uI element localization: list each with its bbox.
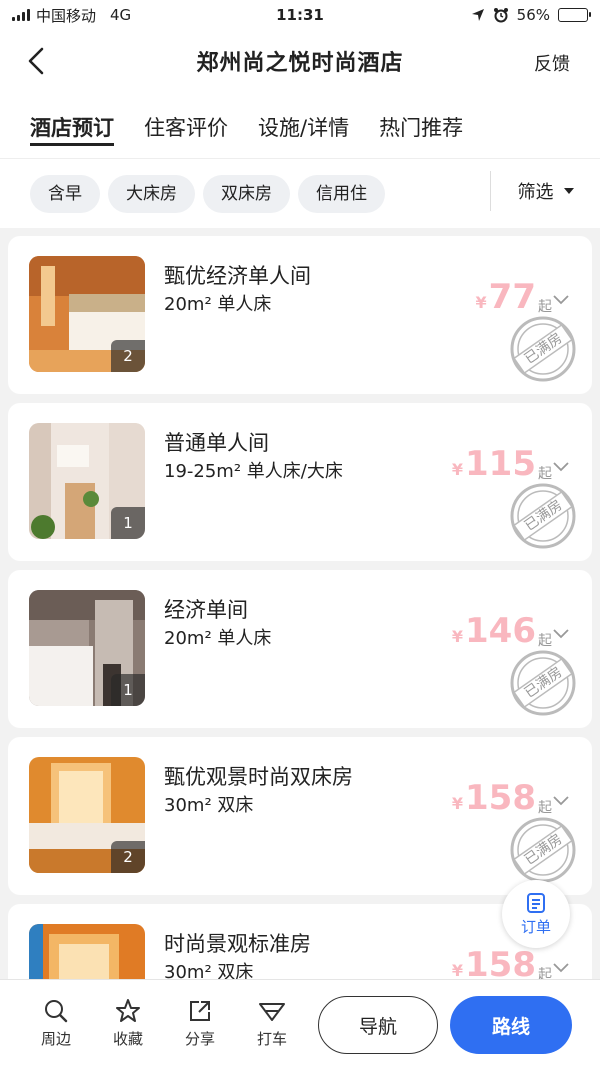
- chevron-down-icon[interactable]: [552, 962, 570, 974]
- currency-symbol: ¥: [451, 961, 464, 980]
- price-value: 115: [465, 444, 536, 484]
- room-name: 时尚景观标准房: [164, 932, 311, 956]
- room-spec: 20m² 单人床: [164, 628, 272, 649]
- filter-bar: 含早 大床房 双床房 信用住 筛选: [0, 158, 600, 228]
- sold-out-stamp: 已满房: [510, 650, 576, 716]
- bottom-bar: 周边 收藏 分享 打车 导航 路线: [0, 979, 600, 1067]
- filter-chip-twin-bed[interactable]: 双床房: [203, 174, 290, 213]
- price-value: 77: [488, 277, 536, 317]
- nearby-button[interactable]: 周边: [20, 998, 92, 1049]
- status-bar: 中国移动 4G 11:31 56%: [0, 0, 600, 30]
- chevron-down-icon[interactable]: [552, 461, 570, 473]
- sold-out-stamp: 已满房: [510, 817, 576, 883]
- tab-hotel-booking[interactable]: 酒店预订: [30, 92, 114, 154]
- filter-chip-breakfast[interactable]: 含早: [30, 174, 100, 213]
- photo-count: 2: [111, 340, 145, 372]
- carrier: 中国移动: [36, 6, 97, 25]
- tab-bar: 酒店预订 住客评价 设施/详情 热门推荐: [0, 92, 600, 158]
- room-card[interactable]: 1 经济单间 20m² 单人床 ¥146 起 已满房: [8, 570, 592, 728]
- room-price: ¥77: [476, 280, 536, 314]
- room-card[interactable]: 1 普通单人间 19-25m² 单人床/大床 ¥115 起 已满房: [8, 403, 592, 561]
- tab-facilities-details[interactable]: 设施/详情: [258, 92, 349, 154]
- navigate-button[interactable]: 导航: [318, 996, 438, 1054]
- room-name: 甄优经济单人间: [164, 264, 311, 288]
- filter-chip-king-bed[interactable]: 大床房: [108, 174, 195, 213]
- share-icon: [190, 1001, 210, 1021]
- room-spec: 20m² 单人床: [164, 294, 272, 315]
- photo-count: 1: [111, 674, 145, 706]
- car-icon: [259, 1003, 285, 1021]
- tab-guest-reviews[interactable]: 住客评价: [144, 92, 228, 154]
- sold-out-stamp: 已满房: [510, 483, 576, 549]
- room-card[interactable]: 2 甄优经济单人间 20m² 单人床 ¥77 起 已满房: [8, 236, 592, 394]
- room-card[interactable]: 2 甄优观景时尚双床房 30m² 双床 ¥158 起 已满房: [8, 737, 592, 895]
- favorite-button[interactable]: 收藏: [92, 998, 164, 1049]
- search-icon: [45, 1000, 68, 1023]
- room-name: 经济单间: [164, 598, 248, 622]
- feedback-button[interactable]: 反馈: [534, 50, 570, 76]
- chevron-down-icon[interactable]: [552, 628, 570, 640]
- order-list-icon: [527, 892, 545, 913]
- room-name: 普通单人间: [164, 431, 269, 455]
- share-button[interactable]: 分享: [164, 998, 236, 1049]
- signal-icon: [12, 9, 30, 21]
- price-from-label: 起: [538, 800, 552, 816]
- room-name: 甄优观景时尚双床房: [164, 765, 353, 789]
- orders-button[interactable]: 订单: [502, 880, 570, 948]
- tab-hot-recommendations[interactable]: 热门推荐: [379, 92, 463, 154]
- filter-chip-credit-stay[interactable]: 信用住: [298, 174, 385, 213]
- currency-symbol: ¥: [451, 627, 464, 646]
- caret-down-icon: [563, 188, 574, 194]
- battery-icon: [558, 8, 591, 22]
- taxi-label: 打车: [256, 1030, 287, 1048]
- room-spec: 30m² 双床: [164, 795, 254, 816]
- room-price: ¥158: [452, 948, 536, 982]
- chevron-down-icon[interactable]: [552, 294, 570, 306]
- filter-label: 筛选: [517, 182, 554, 203]
- battery-percent: 56%: [516, 6, 550, 24]
- orders-label: 订单: [520, 917, 551, 936]
- price-from-label: 起: [538, 633, 552, 649]
- favorite-label: 收藏: [112, 1030, 143, 1048]
- room-price: ¥115: [452, 447, 536, 481]
- chevron-down-icon[interactable]: [552, 795, 570, 807]
- room-photo[interactable]: 1: [29, 590, 145, 706]
- photo-count: 2: [111, 841, 145, 873]
- room-spec: 19-25m² 单人床/大床: [164, 461, 343, 482]
- taxi-button[interactable]: 打车: [236, 998, 308, 1049]
- share-label: 分享: [184, 1030, 215, 1048]
- back-arrow-icon[interactable]: [22, 46, 52, 76]
- currency-symbol: ¥: [475, 293, 487, 312]
- sold-out-stamp: 已满房: [510, 316, 576, 382]
- room-price: ¥158: [452, 781, 536, 815]
- route-button[interactable]: 路线: [450, 996, 572, 1054]
- photo-count: 1: [111, 507, 145, 539]
- room-photo[interactable]: 1: [29, 423, 145, 539]
- nearby-label: 周边: [40, 1030, 71, 1048]
- location-arrow-icon: [471, 9, 484, 21]
- price-value: 146: [465, 611, 536, 651]
- currency-symbol: ¥: [451, 460, 464, 479]
- room-photo[interactable]: 2: [29, 256, 145, 372]
- nav-bar: 郑州尚之悦时尚酒店 反馈: [0, 30, 600, 92]
- star-icon: [116, 999, 140, 1022]
- filter-button[interactable]: 筛选: [490, 171, 600, 211]
- currency-symbol: ¥: [451, 794, 464, 813]
- room-photo[interactable]: 2: [29, 757, 145, 873]
- price-value: 158: [465, 778, 536, 818]
- network-type: 4G: [110, 6, 132, 24]
- page-title: 郑州尚之悦时尚酒店: [196, 51, 404, 76]
- room-price: ¥146: [452, 614, 536, 648]
- alarm-clock-icon: [493, 8, 508, 23]
- price-from-label: 起: [538, 466, 552, 482]
- price-from-label: 起: [538, 299, 552, 315]
